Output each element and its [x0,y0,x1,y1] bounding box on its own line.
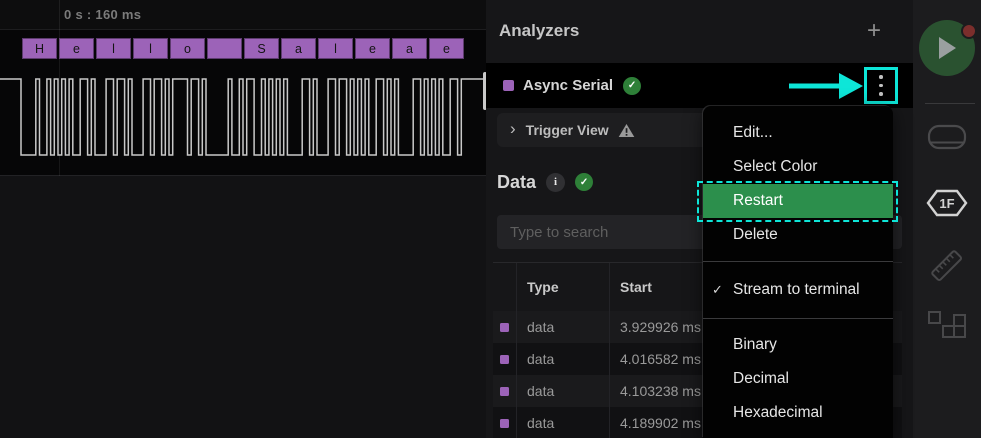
analyzer-status-check-icon: ✓ [623,77,641,95]
row-type-cell: data [517,407,610,438]
row-color-cell [493,311,517,343]
analyzers-panel-title: Analyzers [499,21,579,41]
row-color-cell [493,407,517,438]
row-color-chip [500,387,509,396]
device-icon [927,124,967,152]
svg-text:1F: 1F [939,196,954,211]
menu-divider [703,318,893,319]
menu-item-delete[interactable]: Delete [703,218,893,252]
menu-item-label: Decimal [733,370,789,388]
notification-dot [961,23,977,39]
serial-annotation-block [207,38,242,59]
capture-info-button[interactable]: 1F [924,183,970,223]
menu-item-stream-to-terminal[interactable]: ✓ Stream to terminal [703,271,893,309]
analyzer-context-menu: Edit... Select Color Restart Delete ✓ Stream … [703,106,893,438]
row-color-cell [493,375,517,407]
serial-annotation-block: l [133,38,168,59]
timeline-cursor-label: 0 s : 160 ms [64,7,141,22]
menu-item-label: Stream to terminal [733,281,860,299]
add-analyzer-button[interactable]: + [861,18,887,44]
annotation-arrow [789,73,863,99]
row-type-cell: data [517,375,610,407]
device-settings-button[interactable] [924,118,970,158]
sidebar: 1F [913,0,981,438]
serial-annotation-block: S [244,38,279,59]
sidebar-divider [925,103,975,104]
info-icon[interactable]: i [546,173,565,192]
analyzer-color-chip [503,80,514,91]
kebab-dot [879,84,883,88]
serial-annotation-block: e [429,38,464,59]
serial-annotation-block: l [318,38,353,59]
analyzer-name: Async Serial [523,77,613,94]
ruler-icon [927,246,967,286]
time-gridline [59,0,60,176]
serial-annotation-block: e [355,38,390,59]
row-color-chip [500,355,509,364]
menu-item-label: Delete [733,226,778,244]
data-section-title: Data [497,172,536,193]
row-type-cell: data [517,311,610,343]
extensions-icon [927,310,967,350]
trigger-view-label: Trigger View [526,122,609,138]
menu-item-label: Hexadecimal [733,404,823,422]
kebab-dot [879,92,883,96]
menu-item-edit[interactable]: Edit... [703,116,893,150]
kebab-dot [879,75,883,79]
warning-icon [618,123,635,138]
data-status-check-icon: ✓ [575,173,593,191]
channel-waveform-canvas[interactable]: HelloSaleae [0,30,486,176]
measurements-button[interactable] [924,246,970,286]
type-column-header[interactable]: Type [517,263,610,311]
menu-item-restart[interactable]: Restart [703,184,893,218]
menu-item-label: Restart [733,192,783,210]
row-type-cell: data [517,343,610,375]
menu-item-binary[interactable]: Binary [703,328,893,362]
data-section-header: Data i ✓ [497,170,593,194]
analyzer-options-kebab-button[interactable] [864,67,898,104]
serial-annotation-block: e [59,38,94,59]
row-color-cell [493,343,517,375]
serial-annotation-block: a [281,38,316,59]
menu-divider [703,261,893,262]
menu-item-decimal[interactable]: Decimal [703,362,893,396]
extensions-button[interactable] [924,310,970,350]
timeline-bar[interactable]: 0 s : 160 ms [0,0,486,30]
checkmark-icon: ✓ [712,282,723,298]
color-column-header [493,263,517,311]
serial-annotation-block: a [392,38,427,59]
menu-item-label: Binary [733,336,777,354]
row-color-chip [500,419,509,428]
device-id-1f-icon: 1F [925,188,969,218]
serial-annotation-block: H [22,38,57,59]
menu-item-label: Select Color [733,158,817,176]
row-color-chip [500,323,509,332]
serial-annotation-block: l [96,38,131,59]
menu-item-select-color[interactable]: Select Color [703,150,893,184]
serial-annotation-block: o [170,38,205,59]
waveform-panel: 0 s : 160 ms HelloSaleae [0,0,486,438]
menu-item-label: Edit... [733,124,773,142]
play-icon [937,37,957,59]
chevron-right-icon: › [510,119,516,139]
menu-item-hexadecimal[interactable]: Hexadecimal [703,396,893,430]
